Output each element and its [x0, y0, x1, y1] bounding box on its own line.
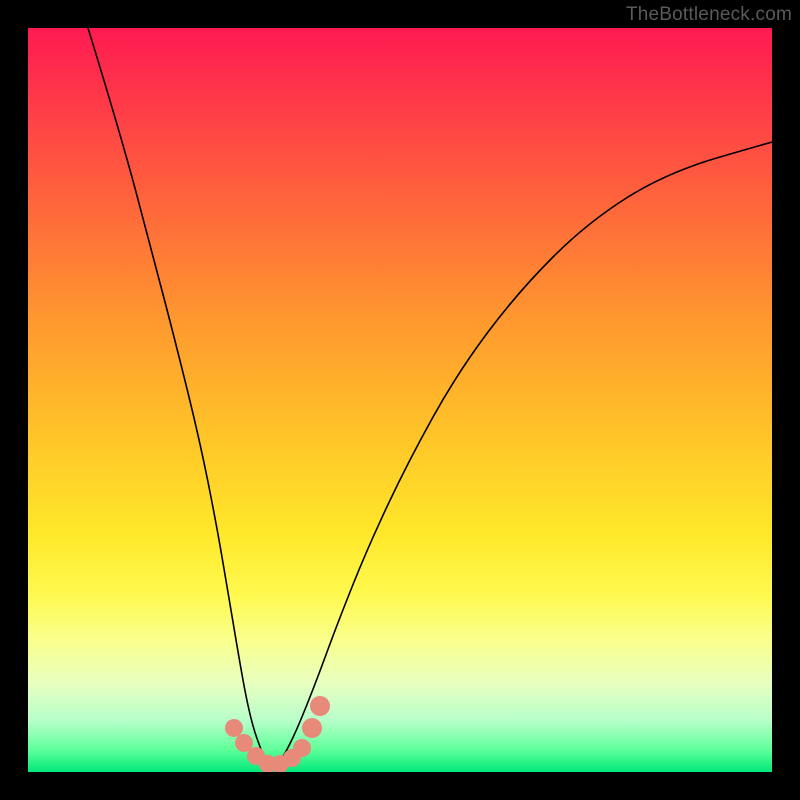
curve-right-branch — [272, 142, 772, 768]
marker-bead — [225, 719, 243, 737]
watermark-text: TheBottleneck.com — [626, 4, 792, 26]
bottom-markers-group — [225, 696, 330, 772]
marker-bead — [310, 696, 330, 716]
plot-area — [28, 28, 772, 772]
marker-bead — [293, 739, 311, 757]
curve-left-branch — [88, 28, 272, 768]
plot-svg — [28, 28, 772, 772]
chart-frame: TheBottleneck.com — [0, 0, 800, 800]
marker-bead — [302, 718, 322, 738]
